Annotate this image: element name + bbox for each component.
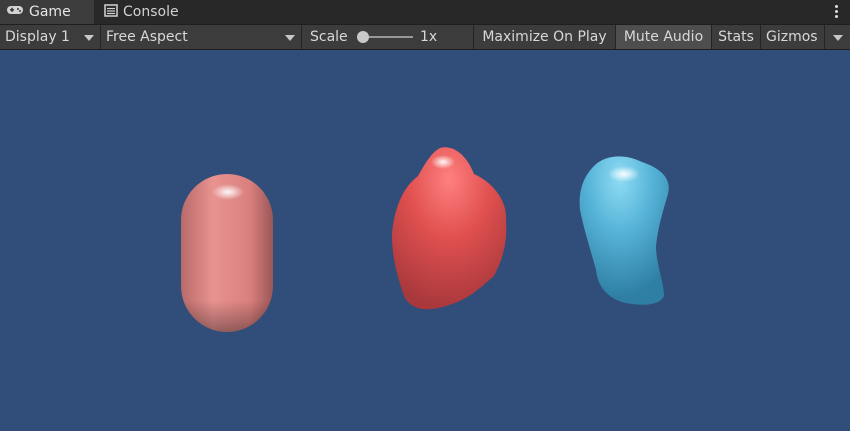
scene-render (181, 147, 669, 332)
scale-value: 1x (420, 25, 450, 49)
tab-console[interactable]: Console (104, 0, 204, 24)
tab-game[interactable]: Game (0, 0, 94, 24)
red-blob-object (392, 147, 507, 310)
kebab-menu-icon[interactable] (835, 3, 838, 20)
tab-game-label: Game (29, 4, 71, 20)
stats-label: Stats (718, 29, 754, 45)
chevron-down-icon (84, 35, 94, 41)
scale-label: Scale (310, 29, 348, 45)
gizmos-button[interactable]: Gizmos (760, 25, 824, 49)
scale-value-text: 1x (420, 29, 438, 45)
mute-audio-button[interactable]: Mute Audio (615, 25, 711, 49)
display-dropdown[interactable]: Display 1 (0, 25, 100, 49)
chevron-down-icon (833, 35, 843, 41)
scale-slider-track[interactable] (365, 36, 413, 38)
scale-slider-handle[interactable] (357, 31, 369, 43)
game-viewport[interactable] (0, 50, 850, 431)
mute-audio-label: Mute Audio (623, 29, 704, 45)
display-dropdown-label: Display 1 (5, 29, 70, 45)
aspect-dropdown-label: Free Aspect (106, 29, 188, 45)
stats-button[interactable]: Stats (711, 25, 760, 49)
blue-blob-object (579, 156, 669, 305)
chevron-down-icon (285, 35, 295, 41)
gamepad-icon (6, 4, 24, 20)
gizmos-label: Gizmos (766, 29, 818, 45)
game-view-toolbar: Display 1 Free Aspect Scale 1x Maximize … (0, 24, 850, 50)
aspect-dropdown[interactable]: Free Aspect (100, 25, 301, 49)
maximize-on-play-button[interactable]: Maximize On Play (473, 25, 615, 49)
maximize-on-play-label: Maximize On Play (482, 29, 607, 45)
gizmos-dropdown[interactable] (824, 25, 850, 49)
capsule-object (181, 174, 273, 332)
editor-tab-bar: Game Console (0, 0, 850, 24)
console-list-icon (104, 3, 118, 21)
tab-console-label: Console (123, 4, 179, 20)
